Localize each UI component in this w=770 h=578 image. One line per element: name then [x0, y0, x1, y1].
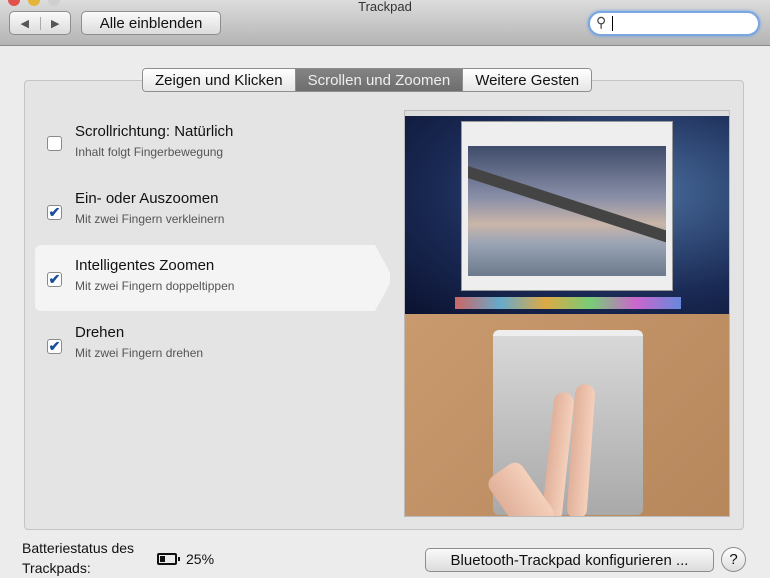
- option-scroll-direction[interactable]: Scrollrichtung: Natürlich Inhalt folgt F…: [35, 111, 390, 177]
- tab-scroll-zoom[interactable]: Scrollen und Zoomen: [295, 69, 464, 91]
- option-subtitle: Mit zwei Fingern drehen: [75, 346, 204, 360]
- desktop-screenshot: [405, 111, 729, 314]
- back-button[interactable]: ◀: [10, 16, 41, 30]
- dock: [455, 297, 681, 309]
- checkbox[interactable]: [47, 136, 62, 151]
- checkbox[interactable]: ✔: [47, 272, 62, 287]
- tab-more-gestures[interactable]: Weitere Gesten: [463, 69, 592, 91]
- option-title: Drehen: [75, 324, 125, 341]
- option-zoom[interactable]: ✔ Ein- oder Auszoomen Mit zwei Fingern v…: [35, 178, 390, 244]
- battery-label: Batteriestatus des Trackpads:: [22, 540, 135, 576]
- search-icon: ⚲: [596, 14, 607, 30]
- bridge-photo: [468, 146, 666, 276]
- show-all-button[interactable]: Alle einblenden: [81, 11, 221, 35]
- toolbar: Trackpad ◀ ▶ Alle einblenden ⚲: [0, 0, 770, 46]
- battery-percent: 25%: [186, 551, 215, 567]
- trackpad-photo: [405, 314, 729, 516]
- option-title: Intelligentes Zoomen: [75, 257, 215, 274]
- configure-bluetooth-trackpad-button[interactable]: Bluetooth-Trackpad konfigurieren ...: [425, 548, 714, 572]
- option-title: Scrollrichtung: Natürlich: [75, 123, 234, 140]
- option-subtitle: Mit zwei Fingern doppeltippen: [75, 279, 235, 293]
- battery-icon: [157, 553, 180, 565]
- checkbox[interactable]: ✔: [47, 339, 62, 354]
- tab-point-click[interactable]: Zeigen und Klicken: [143, 69, 296, 91]
- gesture-preview-video: [404, 110, 730, 517]
- option-subtitle: Mit zwei Fingern verkleinern: [75, 212, 225, 226]
- option-smart-zoom[interactable]: ✔ Intelligentes Zoomen Mit zwei Fingern …: [35, 245, 390, 311]
- help-button[interactable]: ?: [721, 547, 746, 572]
- preview-window: [461, 121, 673, 291]
- text-cursor: [612, 16, 613, 31]
- nav-buttons: ◀ ▶: [9, 11, 71, 35]
- tab-bar: Zeigen und Klicken Scrollen und Zoomen W…: [142, 68, 593, 92]
- checkbox[interactable]: ✔: [47, 205, 62, 220]
- option-rotate[interactable]: ✔ Drehen Mit zwei Fingern drehen: [35, 312, 390, 378]
- option-subtitle: Inhalt folgt Fingerbewegung: [75, 145, 224, 159]
- option-title: Ein- oder Auszoomen: [75, 190, 219, 207]
- forward-button[interactable]: ▶: [41, 17, 71, 30]
- search-input[interactable]: ⚲: [588, 11, 760, 36]
